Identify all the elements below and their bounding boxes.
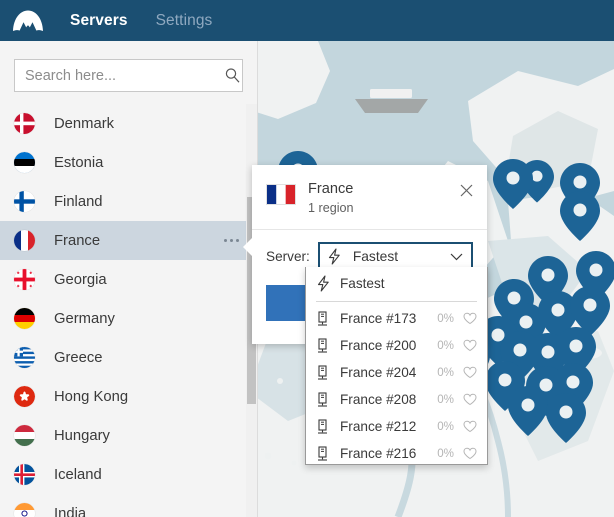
- country-row-france[interactable]: France: [0, 221, 257, 260]
- country-label: Denmark: [54, 115, 115, 132]
- lightning-bolt-icon: [316, 274, 336, 292]
- country-list[interactable]: Denmark Estonia Finland France Georgia G…: [0, 104, 257, 517]
- server-icon: [316, 310, 336, 327]
- country-row-india[interactable]: India: [0, 494, 257, 517]
- tab-settings[interactable]: Settings: [142, 0, 227, 41]
- server-icon: [316, 337, 336, 354]
- server-load: 0%: [437, 420, 454, 433]
- dropdown-item-server[interactable]: France #173 0%: [306, 305, 487, 332]
- country-label: Greece: [54, 349, 103, 366]
- server-load: 0%: [437, 339, 454, 352]
- country-row-germany[interactable]: Germany: [0, 299, 257, 338]
- flag-iceland-icon: [14, 464, 35, 485]
- dropdown-separator: [316, 301, 477, 302]
- country-row-hong-kong[interactable]: Hong Kong: [0, 377, 257, 416]
- search-box[interactable]: [14, 59, 243, 92]
- server-load: 0%: [437, 312, 454, 325]
- flag-france-icon: [14, 230, 35, 251]
- dropdown-item-label: France #208: [340, 392, 417, 407]
- country-label: Georgia: [54, 271, 107, 288]
- country-row-finland[interactable]: Finland: [0, 182, 257, 221]
- dropdown-item-server[interactable]: France #200 0%: [306, 332, 487, 359]
- server-icon: [316, 364, 336, 381]
- server-icon: [316, 445, 336, 462]
- country-label: France: [54, 232, 101, 249]
- country-label: Iceland: [54, 466, 102, 483]
- dropdown-item-server[interactable]: France #208 0%: [306, 386, 487, 413]
- server-select-value: Fastest: [352, 249, 399, 265]
- server-label: Server:: [266, 249, 310, 265]
- dropdown-item-label: Fastest: [340, 275, 385, 291]
- country-label: Finland: [54, 193, 103, 210]
- flag-greece-icon: [14, 347, 35, 368]
- server-load: 0%: [437, 393, 454, 406]
- country-row-hungary[interactable]: Hungary: [0, 416, 257, 455]
- flag-estonia-icon: [14, 152, 35, 173]
- flag-india-icon: [14, 503, 35, 517]
- heart-outline-icon[interactable]: [463, 447, 478, 461]
- server-icon: [316, 418, 336, 435]
- country-row-georgia[interactable]: Georgia: [0, 260, 257, 299]
- dropdown-item-label: France #200: [340, 338, 417, 353]
- title-bar: Servers Settings: [0, 0, 614, 41]
- dropdown-item-label: France #173: [340, 311, 417, 326]
- popup-country-name: France: [308, 181, 354, 197]
- server-load: 0%: [437, 447, 454, 460]
- country-row-greece[interactable]: Greece: [0, 338, 257, 377]
- flag-georgia-icon: [14, 269, 35, 290]
- dropdown-item-server[interactable]: France #212 0%: [306, 413, 487, 440]
- country-row-denmark[interactable]: Denmark: [0, 104, 257, 143]
- dropdown-item-label: France #204: [340, 365, 417, 380]
- country-row-iceland[interactable]: Iceland: [0, 455, 257, 494]
- tab-servers[interactable]: Servers: [56, 0, 142, 41]
- country-row-estonia[interactable]: Estonia: [0, 143, 257, 182]
- flag-denmark-icon: [14, 113, 35, 134]
- popup-flag-france-icon: [266, 184, 296, 205]
- heart-outline-icon[interactable]: [463, 312, 478, 326]
- search-input[interactable]: [15, 67, 222, 84]
- country-label: India: [54, 505, 87, 517]
- dropdown-item-label: France #216: [340, 446, 417, 461]
- server-icon: [316, 391, 336, 408]
- sidebar: Denmark Estonia Finland: [0, 41, 258, 517]
- country-label: Germany: [54, 310, 115, 327]
- server-load: 0%: [437, 366, 454, 379]
- flag-hong-kong-icon: [14, 386, 35, 407]
- flag-finland-icon: [14, 191, 35, 212]
- search-icon[interactable]: [222, 60, 242, 91]
- app-window: Servers Settings Denmark: [0, 0, 614, 517]
- ellipsis-icon[interactable]: [224, 239, 239, 242]
- server-dropdown-list[interactable]: Fastest France #173 0% France #200 0% Fr…: [305, 267, 488, 465]
- dropdown-item-fastest[interactable]: Fastest: [306, 267, 487, 299]
- heart-outline-icon[interactable]: [463, 366, 478, 380]
- popup-header: France 1 region: [252, 165, 487, 230]
- lightning-bolt-icon: [327, 248, 344, 265]
- country-label: Estonia: [54, 154, 104, 171]
- chevron-down-icon[interactable]: [448, 249, 464, 265]
- close-icon[interactable]: [460, 184, 476, 200]
- country-label: Hong Kong: [54, 388, 129, 405]
- flag-germany-icon: [14, 308, 35, 329]
- dropdown-item-server[interactable]: France #204 0%: [306, 359, 487, 386]
- popup-region-count: 1 region: [308, 200, 354, 215]
- flag-hungary-icon: [14, 425, 35, 446]
- heart-outline-icon[interactable]: [463, 393, 478, 407]
- heart-outline-icon[interactable]: [463, 339, 478, 353]
- popup-tail: [243, 237, 253, 257]
- dropdown-item-label: France #212: [340, 419, 417, 434]
- heart-outline-icon[interactable]: [463, 420, 478, 434]
- country-label: Hungary: [54, 427, 110, 444]
- dropdown-item-server[interactable]: France #216 0%: [306, 440, 487, 464]
- nordvpn-arch-logo-icon: [0, 0, 56, 41]
